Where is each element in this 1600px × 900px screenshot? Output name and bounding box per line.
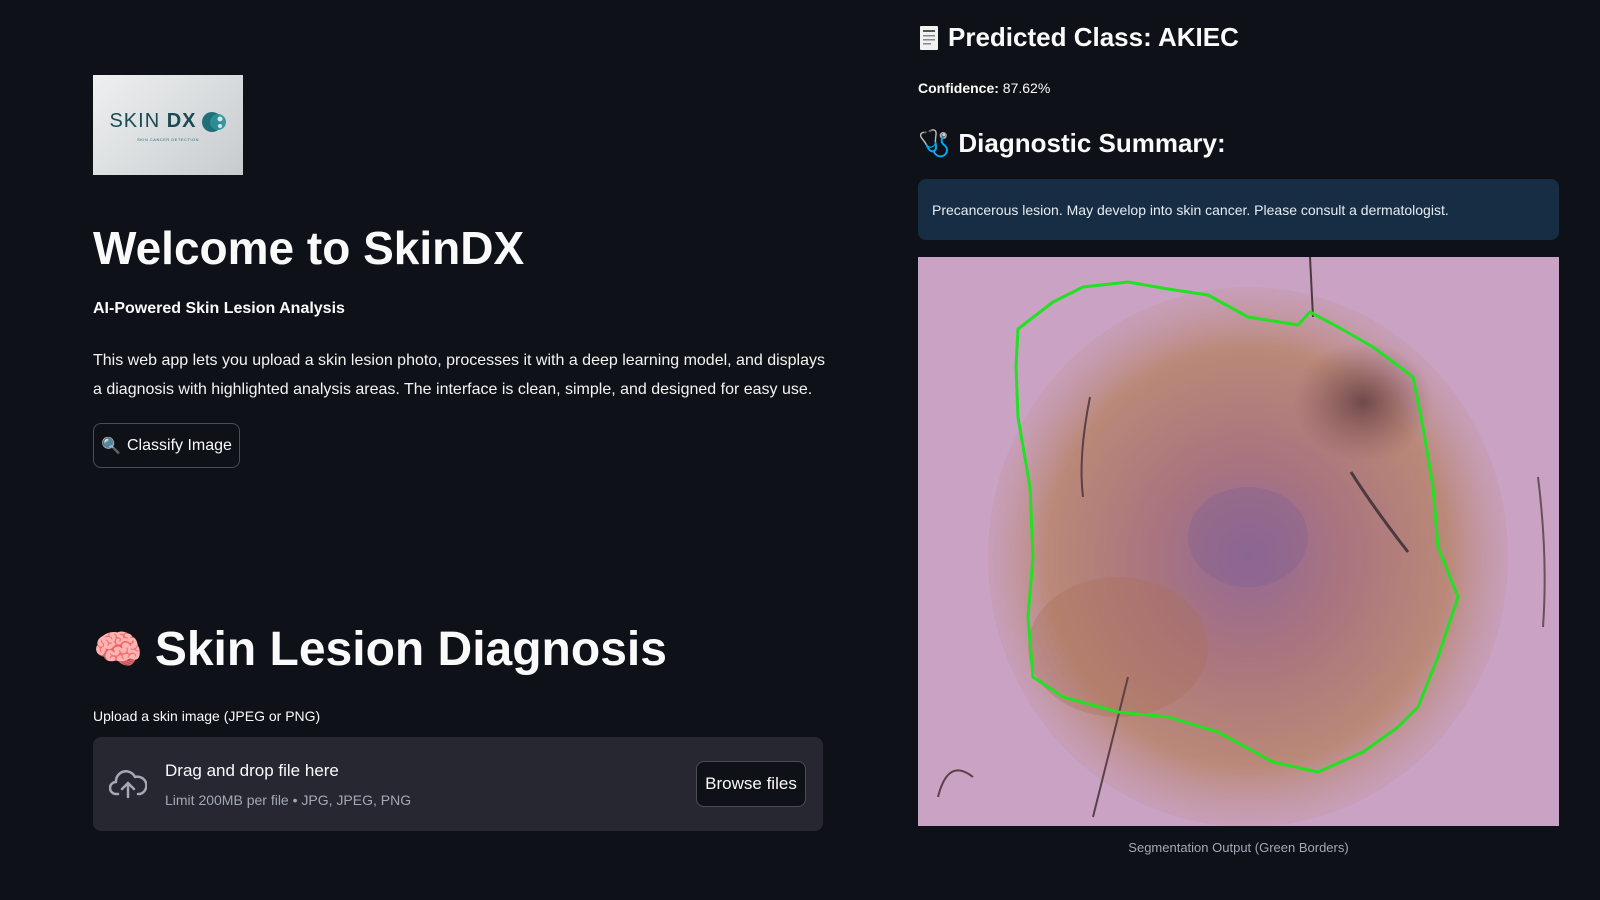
brain-icon: 🧠 bbox=[93, 628, 143, 672]
browse-files-button[interactable]: Browse files bbox=[696, 761, 806, 807]
confidence-value: 87.62% bbox=[1002, 80, 1051, 96]
confidence-label: Confidence: bbox=[918, 80, 999, 96]
upload-label: Upload a skin image (JPEG or PNG) bbox=[93, 708, 321, 724]
logo-mark-icon bbox=[201, 111, 226, 132]
image-caption: Segmentation Output (Green Borders) bbox=[1128, 840, 1349, 855]
app-logo: SKIN DX SKIN CANCER DETECTION bbox=[93, 75, 243, 175]
dropzone-title: Drag and drop file here bbox=[165, 761, 339, 780]
diagnostic-summary-heading: 🩺 Diagnostic Summary: bbox=[918, 128, 1226, 159]
logo-wordmark: SKIN DX bbox=[109, 110, 197, 132]
diagnostic-summary-title: Diagnostic Summary: bbox=[958, 128, 1226, 158]
stethoscope-icon: 🩺 bbox=[918, 128, 951, 158]
logo-tagline: SKIN CANCER DETECTION bbox=[136, 136, 200, 142]
predicted-class-text: Predicted Class: AKIEC bbox=[948, 22, 1239, 52]
classify-button-label: Classify Image bbox=[127, 436, 232, 454]
dropzone-limit-text: Limit 200MB per file • JPG, JPEG, PNG bbox=[165, 792, 412, 808]
predicted-class-heading: Predicted Class: AKIEC bbox=[918, 22, 1239, 53]
receipt-icon bbox=[920, 25, 938, 50]
page-subtitle: AI-Powered Skin Lesion Analysis bbox=[93, 300, 345, 317]
diagnosis-section-title: 🧠 Skin Lesion Diagnosis bbox=[93, 620, 667, 680]
diagnosis-title-text: Skin Lesion Diagnosis bbox=[154, 623, 667, 676]
diagnostic-summary-box: Precancerous lesion. May develop into sk… bbox=[918, 179, 1559, 240]
classify-image-button[interactable]: 🔍 Classify Image bbox=[93, 423, 240, 468]
magnifier-icon: 🔍 bbox=[101, 437, 121, 455]
segmentation-output-image bbox=[918, 257, 1559, 826]
diagnostic-summary-text: Precancerous lesion. May develop into sk… bbox=[932, 201, 1449, 218]
cloud-upload-icon bbox=[109, 770, 147, 799]
file-dropzone[interactable]: Drag and drop file here Limit 200MB per … bbox=[93, 737, 823, 831]
app-description: This web app lets you upload a skin lesi… bbox=[93, 352, 825, 398]
page-title: Welcome to SkinDX bbox=[93, 222, 525, 274]
confidence-line: Confidence: 87.62% bbox=[918, 80, 1050, 96]
